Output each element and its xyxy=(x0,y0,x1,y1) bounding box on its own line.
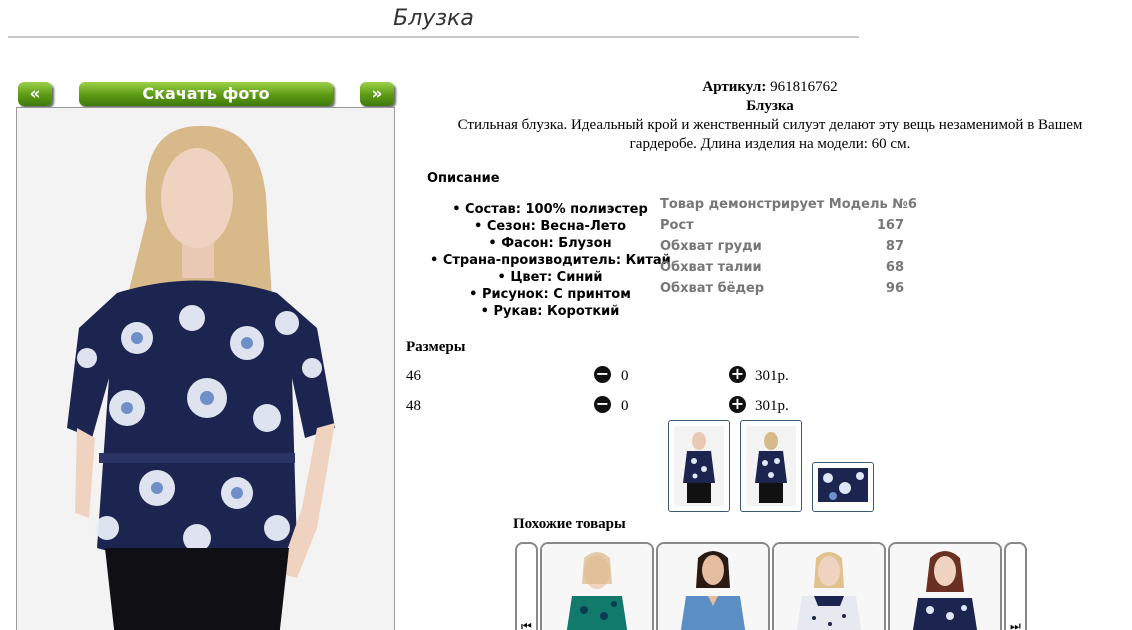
size-value: 46 xyxy=(406,368,421,384)
quantity-value: 0 xyxy=(621,398,629,414)
similar-product-card[interactable] xyxy=(888,542,1002,630)
property-item: Страна-производитель: Китай xyxy=(430,252,671,269)
thumbnail-fabric[interactable] xyxy=(812,462,874,512)
similar-product-card[interactable] xyxy=(540,542,654,630)
similar-next-button[interactable]: ⏭ xyxy=(1004,542,1027,630)
article-line: Артикул: 961816762 xyxy=(430,78,1110,97)
property-item: Сезон: Весна-Лето xyxy=(430,218,670,235)
description-title: Описание xyxy=(427,171,500,186)
download-photo-button[interactable]: Скачать фото xyxy=(79,82,333,106)
model-row-value: 96 xyxy=(885,281,904,296)
model-row: Обхват бёдер 96 xyxy=(660,278,904,299)
article-value: 961816762 xyxy=(770,79,838,95)
sizes-title: Размеры xyxy=(406,339,466,355)
skip-forward-icon: ⏭ xyxy=(1010,619,1021,630)
similar-product-image xyxy=(890,544,1000,630)
next-photo-button[interactable]: » xyxy=(360,82,394,106)
model-heading: Товар демонстрирует Модель №6 xyxy=(660,197,917,212)
thumbnail-image xyxy=(674,426,724,506)
similar-product-image xyxy=(658,544,768,630)
model-row: Обхват груди 87 xyxy=(660,236,904,257)
size-value: 48 xyxy=(406,398,421,414)
thumbnail-image xyxy=(818,468,868,502)
skip-back-icon: ⏮ xyxy=(521,619,532,630)
prev-photo-button[interactable]: « xyxy=(18,82,52,106)
thumbnail-back[interactable] xyxy=(740,420,802,512)
property-item: Рисунок: С принтом xyxy=(430,286,670,303)
main-product-photo[interactable] xyxy=(16,107,395,630)
model-photo-illustration xyxy=(17,108,394,630)
property-item: Цвет: Синий xyxy=(430,269,670,286)
model-row-label: Обхват бёдер xyxy=(660,281,765,296)
similar-products-title: Похожие товары xyxy=(513,516,626,532)
price-value: 301р. xyxy=(755,398,789,414)
property-item: Рукав: Короткий xyxy=(430,303,670,320)
model-row-label: Обхват груди xyxy=(660,239,762,254)
minus-circle-icon[interactable]: − xyxy=(594,396,611,413)
title-divider xyxy=(8,36,859,38)
product-description-1: Стильная блузка. Идеальный крой и женств… xyxy=(457,117,1083,133)
price-value: 301р. xyxy=(755,368,789,384)
model-row-label: Рост xyxy=(660,218,694,233)
plus-circle-icon[interactable]: + xyxy=(729,396,746,413)
properties-list: Состав: 100% полиэстер Сезон: Весна-Лето… xyxy=(430,201,671,320)
similar-product-card[interactable] xyxy=(772,542,886,630)
similar-prev-button[interactable]: ⏮ xyxy=(515,542,538,630)
model-row: Обхват талии 68 xyxy=(660,257,904,278)
property-item: Состав: 100% полиэстер xyxy=(430,201,670,218)
similar-product-image xyxy=(774,544,884,630)
article-label: Артикул: xyxy=(702,79,767,95)
similar-product-image xyxy=(542,544,652,630)
model-row-value: 167 xyxy=(876,218,904,233)
size-row: 48 − 0 + 301р. xyxy=(406,396,826,416)
model-measurements: Товар демонстрирует Модель №6 Рост 167 Об… xyxy=(660,194,917,299)
similar-product-card[interactable] xyxy=(656,542,770,630)
thumbnail-front[interactable] xyxy=(668,420,730,512)
minus-circle-icon[interactable]: − xyxy=(594,366,611,383)
product-description-2: гардеробе. Длина изделия на модели: 60 с… xyxy=(629,136,911,152)
quantity-value: 0 xyxy=(621,368,629,384)
model-row-value: 87 xyxy=(885,239,904,254)
size-row: 46 − 0 + 301р. xyxy=(406,366,826,386)
model-row: Рост 167 xyxy=(660,215,904,236)
model-row-value: 68 xyxy=(885,260,904,275)
model-row-label: Обхват талии xyxy=(660,260,762,275)
product-info: Артикул: 961816762 Блузка Стильная блузк… xyxy=(430,78,1110,154)
property-item: Фасон: Блузон xyxy=(430,235,670,252)
thumbnail-image xyxy=(746,426,796,506)
page-title: Блузка xyxy=(393,6,474,31)
product-name: Блузка xyxy=(746,98,794,114)
plus-circle-icon[interactable]: + xyxy=(729,366,746,383)
